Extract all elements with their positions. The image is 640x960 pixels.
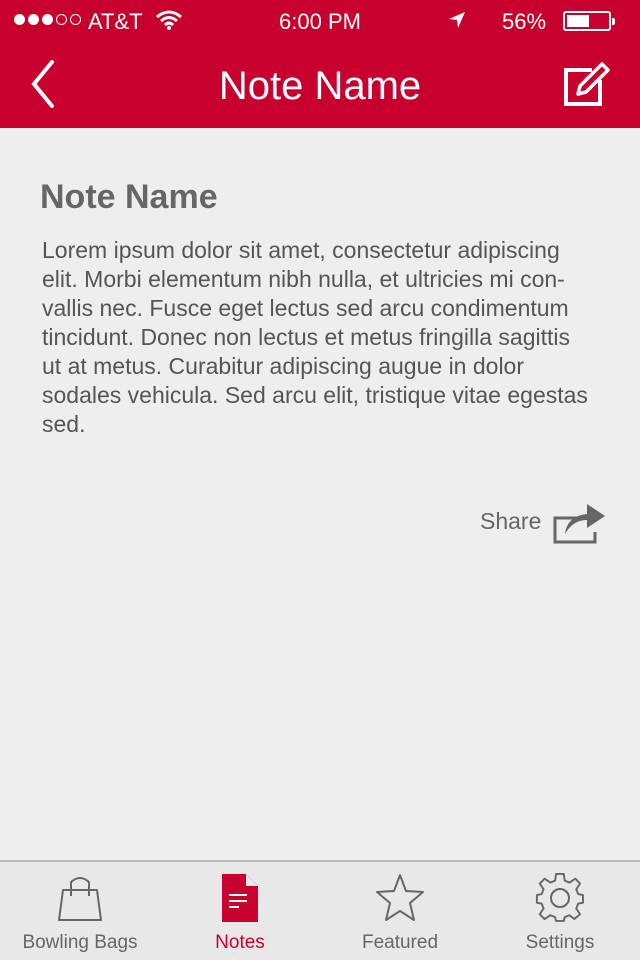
location-icon	[447, 10, 467, 36]
tab-settings[interactable]: Settings	[480, 862, 640, 960]
share-icon	[553, 504, 606, 544]
tab-label: Notes	[215, 932, 265, 953]
nav-title: Note Name	[218, 64, 422, 108]
document-icon	[222, 874, 258, 922]
tab-bar: Bowling Bags Notes Featured Settings	[0, 860, 640, 960]
tab-label: Settings	[525, 932, 595, 953]
tab-bowling-bags[interactable]: Bowling Bags	[0, 862, 160, 960]
battery-icon	[563, 11, 615, 31]
gear-icon	[535, 872, 584, 922]
share-label: Share	[480, 507, 542, 534]
edit-button[interactable]	[556, 56, 616, 116]
tab-label: Featured	[361, 932, 439, 953]
header: AT&T 6:00 PM 56% Note Name	[0, 0, 640, 128]
star-icon	[376, 874, 424, 921]
status-bar: AT&T 6:00 PM 56%	[0, 0, 640, 40]
note-body: Lorem ipsum dolor sit amet, consectetur …	[42, 237, 588, 437]
battery-percent: 56%	[502, 9, 547, 34]
bag-icon	[58, 877, 102, 921]
note-title: Note Name	[40, 178, 218, 216]
tab-featured[interactable]: Featured	[320, 862, 480, 960]
tab-label: Bowling Bags	[22, 932, 138, 953]
compose-icon	[564, 62, 610, 106]
share-button[interactable]: Share	[480, 496, 610, 546]
tab-notes[interactable]: Notes	[160, 862, 320, 960]
